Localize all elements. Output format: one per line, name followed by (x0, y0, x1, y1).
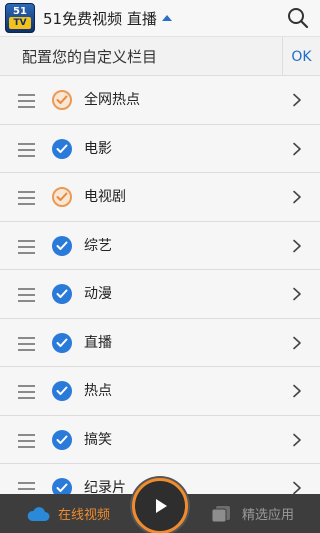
column-label: 搞笑 (84, 431, 112, 448)
column-label: 全网热点 (84, 92, 140, 108)
checkbox[interactable] (52, 187, 72, 207)
column-label: 电影 (84, 140, 112, 157)
play-button[interactable] (132, 478, 188, 533)
drag-handle-icon[interactable] (18, 142, 35, 157)
ok-button[interactable]: OK (282, 37, 320, 76)
chevron-right-icon (293, 190, 301, 204)
column-row[interactable]: 综艺 (0, 221, 320, 270)
checkmark-icon (56, 483, 68, 492)
checkbox[interactable] (52, 284, 72, 304)
search-icon[interactable] (286, 6, 310, 30)
drag-handle-icon[interactable] (18, 94, 35, 108)
column-list: 全网热点电影电视剧综艺动漫直播热点搞笑纪录片 (0, 76, 320, 494)
chevron-right-icon (293, 142, 301, 155)
app-logo: 51 TV (5, 3, 35, 33)
checkbox[interactable] (52, 90, 72, 110)
nav-online-video[interactable]: 在线视频 (26, 494, 110, 533)
checkmark-icon (56, 435, 68, 444)
checkmark-icon (56, 289, 68, 298)
drag-handle-icon[interactable] (18, 336, 35, 351)
chevron-right-icon (293, 384, 301, 398)
column-label: 动漫 (84, 286, 112, 302)
column-label: 综艺 (84, 237, 112, 254)
logo-text-top: 51 (13, 6, 27, 17)
drag-handle-icon[interactable] (18, 433, 35, 448)
app-title: 51免费视频 直播 (43, 9, 157, 28)
chevron-right-icon (293, 481, 301, 494)
checkbox[interactable] (52, 138, 72, 159)
column-label: 热点 (84, 383, 112, 399)
column-label: 直播 (84, 334, 112, 351)
checkbox[interactable] (52, 381, 72, 401)
drag-handle-icon[interactable] (18, 239, 35, 254)
checkbox[interactable] (52, 429, 72, 450)
checkbox[interactable] (52, 332, 72, 353)
config-header: 配置您的自定义栏目 OK (0, 36, 320, 76)
drag-handle-icon[interactable] (18, 482, 35, 494)
caret-up-icon (161, 15, 172, 21)
checkbox[interactable] (52, 478, 72, 494)
nav-online-video-label: 在线视频 (58, 508, 111, 523)
checkmark-icon (56, 144, 68, 153)
config-title: 配置您的自定义栏目 (22, 47, 158, 66)
nav-featured-apps-label: 精选应用 (242, 508, 295, 523)
drag-handle-icon[interactable] (18, 191, 35, 205)
column-label: 电视剧 (84, 189, 126, 205)
apps-icon (211, 505, 230, 522)
checkmark-icon (56, 386, 68, 395)
column-label: 纪录片 (84, 480, 126, 494)
drag-handle-icon[interactable] (18, 288, 35, 302)
chevron-right-icon (293, 93, 301, 107)
play-icon (156, 499, 167, 513)
column-row[interactable]: 电视剧 (0, 173, 320, 222)
channel-switcher[interactable]: 51免费视频 直播 (43, 8, 172, 29)
chevron-right-icon (293, 287, 301, 301)
column-row[interactable]: 热点 (0, 367, 320, 416)
column-row[interactable]: 电影 (0, 124, 320, 173)
app-header: 51 TV 51免费视频 直播 (0, 0, 320, 36)
column-row[interactable]: 全网热点 (0, 76, 320, 125)
checkmark-icon (56, 95, 68, 104)
chevron-right-icon (293, 336, 301, 349)
column-row[interactable]: 直播 (0, 318, 320, 367)
chevron-right-icon (293, 239, 301, 252)
column-row[interactable]: 动漫 (0, 270, 320, 319)
drag-handle-icon[interactable] (18, 385, 35, 399)
checkmark-icon (56, 338, 68, 347)
checkmark-icon (56, 241, 68, 250)
chevron-right-icon (293, 433, 301, 446)
nav-featured-apps[interactable]: 精选应用 (210, 494, 294, 533)
checkmark-icon (56, 192, 68, 201)
cloud-icon (27, 506, 50, 521)
logo-text-bottom: TV (9, 17, 31, 29)
column-row[interactable]: 搞笑 (0, 415, 320, 464)
checkbox[interactable] (52, 235, 72, 256)
